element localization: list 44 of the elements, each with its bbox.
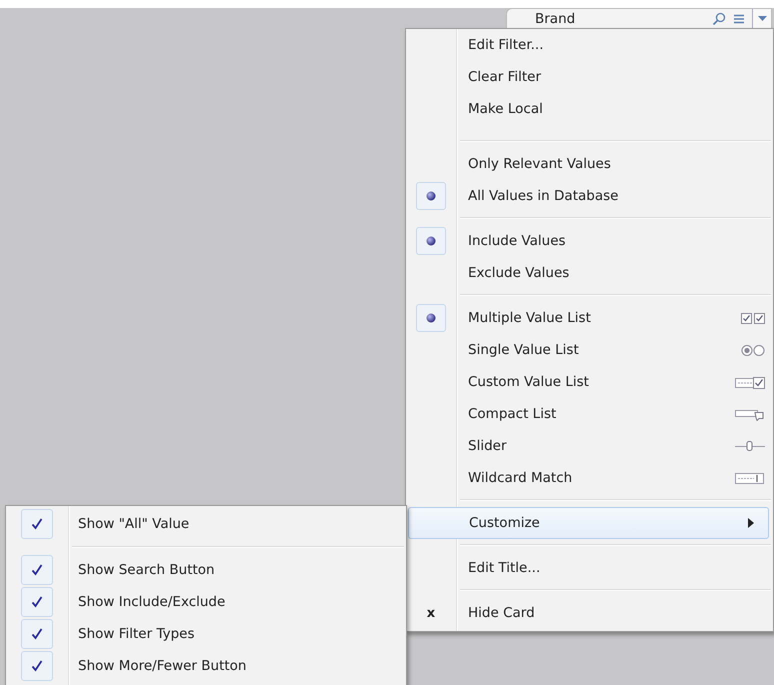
search-icon[interactable] [712, 12, 726, 26]
menu-item[interactable]: Slider [406, 430, 773, 462]
radio-buttons-icon [741, 343, 765, 357]
check-icon [31, 660, 43, 672]
check-icon [31, 596, 43, 608]
menu-item[interactable]: x Hide Card [406, 597, 773, 629]
menu-item[interactable]: Customize [408, 507, 769, 539]
close-mark: x [426, 606, 436, 620]
menu-item[interactable]: Make Local [406, 93, 773, 125]
menu-item[interactable]: All Values in Database [406, 180, 773, 212]
card-title: Brand [535, 11, 576, 27]
check-icon [31, 564, 43, 576]
menu-item[interactable]: Exclude Values [406, 257, 773, 289]
menu-item[interactable]: Edit Filter... [406, 29, 773, 61]
menu-item[interactable]: Show More/Fewer Button [6, 650, 406, 682]
caret-icon [758, 16, 766, 22]
menu-item[interactable]: Show "All" Value [6, 508, 406, 540]
menu-item[interactable]: Compact List [406, 398, 773, 430]
checkbox[interactable] [21, 651, 53, 681]
menu-item[interactable]: Custom Value List [406, 366, 773, 398]
menu-item[interactable]: Include Values [406, 225, 773, 257]
menu-item[interactable]: Show Search Button [6, 554, 406, 586]
menu-icon[interactable] [732, 12, 746, 26]
menu-item[interactable]: Single Value List [406, 334, 773, 366]
menu-item[interactable]: Show Include/Exclude [6, 586, 406, 618]
checkbox[interactable] [21, 555, 53, 585]
dropdown-list-icon [735, 407, 765, 421]
menu-item[interactable]: Multiple Value List [406, 302, 773, 334]
menu-item[interactable]: Only Relevant Values [406, 148, 773, 180]
menu-item[interactable]: Show Filter Types [6, 618, 406, 650]
menu-item[interactable]: Clear Filter [406, 61, 773, 93]
checkboxes-icon [741, 311, 765, 325]
check-icon [31, 518, 43, 530]
checkbox[interactable] [21, 619, 53, 649]
check-icon [31, 628, 43, 640]
text-field-icon [735, 471, 765, 485]
text-box-checkbox-icon [735, 375, 765, 389]
dropdown-button[interactable] [752, 9, 771, 29]
menu-item[interactable]: Edit Title... [406, 552, 773, 584]
slider-icon [735, 439, 765, 453]
submenu-arrow-icon [748, 518, 754, 528]
checkbox[interactable] [21, 509, 53, 539]
checkbox[interactable] [21, 587, 53, 617]
menu-item[interactable]: Wildcard Match [406, 462, 773, 494]
